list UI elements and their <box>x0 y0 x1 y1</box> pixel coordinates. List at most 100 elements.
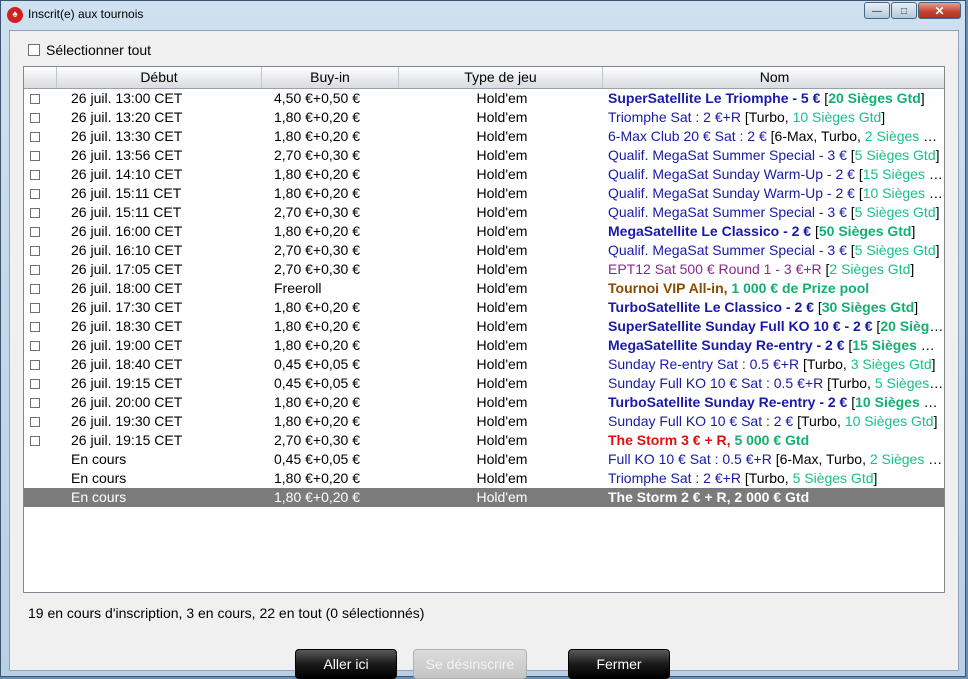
row-checkbox[interactable] <box>30 94 40 104</box>
minimize-button[interactable]: — <box>864 2 890 19</box>
close-window-button[interactable]: ✕ <box>918 2 961 19</box>
cell-buyin: 1,80 €+0,20 € <box>274 489 361 505</box>
cell-debut: 26 juil. 16:10 CET <box>71 242 183 258</box>
row-checkbox[interactable] <box>30 360 40 370</box>
table-header: Début Buy-in Type de jeu Nom <box>24 67 944 89</box>
cell-debut: 26 juil. 20:00 CET <box>71 394 183 410</box>
row-checkbox[interactable] <box>30 208 40 218</box>
cell-type: Hold'em <box>476 90 528 106</box>
table-row[interactable]: 26 juil. 16:00 CET 1,80 €+0,20 € Hold'em Me… <box>24 222 944 241</box>
header-checkbox-column[interactable] <box>24 67 57 88</box>
table-row[interactable]: 26 juil. 20:00 CET 1,80 €+0,20 € Hold'em Tu… <box>24 393 944 412</box>
nom-segment: ] <box>911 223 916 239</box>
row-checkbox[interactable] <box>30 227 40 237</box>
header-debut[interactable]: Début <box>57 67 262 88</box>
cell-buyin: 2,70 €+0,30 € <box>274 147 361 163</box>
table-row[interactable]: 26 juil. 15:11 CET 1,80 €+0,20 € Hold'em Qu… <box>24 184 944 203</box>
cell-debut: 26 juil. 15:11 CET <box>71 204 182 220</box>
cell-buyin: 1,80 €+0,20 € <box>274 337 361 353</box>
nom-segment: The Storm 2 € + R, 2 000 € Gtd <box>608 489 810 505</box>
row-checkbox[interactable] <box>30 113 40 123</box>
close-button[interactable]: Fermer <box>568 649 670 679</box>
row-checkbox[interactable] <box>30 398 40 408</box>
cell-buyin: 1,80 €+0,20 € <box>274 185 361 201</box>
row-checkbox[interactable] <box>30 379 40 389</box>
table-row[interactable]: 26 juil. 19:15 CET 0,45 €+0,05 € Hold'em Su… <box>24 374 944 393</box>
table-row[interactable]: 26 juil. 15:11 CET 2,70 €+0,30 € Hold'em Qu… <box>24 203 944 222</box>
table-row[interactable]: 26 juil. 13:30 CET 1,80 €+0,20 € Hold'em 6-… <box>24 127 944 146</box>
table-row[interactable]: 26 juil. 13:00 CET 4,50 €+0,50 € Hold'em Su… <box>24 89 944 108</box>
select-all-checkbox[interactable] <box>28 44 40 56</box>
cell-buyin: 1,80 €+0,20 € <box>274 394 361 410</box>
row-checkbox[interactable] <box>30 151 40 161</box>
row-checkbox[interactable] <box>30 265 40 275</box>
row-checkbox[interactable] <box>30 246 40 256</box>
cell-nom: Triomphe Sat : 2 €+R [Turbo, 10 Sièges G… <box>608 108 944 127</box>
unregister-button[interactable]: Se désinscrire <box>413 649 527 679</box>
cell-nom: MegaSatellite Le Classico - 2 € [50 Sièg… <box>608 222 944 241</box>
maximize-button[interactable]: □ <box>891 2 917 19</box>
table-row[interactable]: 26 juil. 17:05 CET 2,70 €+0,30 € Hold'em EP… <box>24 260 944 279</box>
select-all[interactable]: Sélectionner tout <box>28 42 151 58</box>
row-checkbox-cell <box>24 165 57 184</box>
cell-type: Hold'em <box>476 166 528 182</box>
pokerstars-spade-icon: ♠ <box>7 7 23 23</box>
nom-segment: ] <box>910 261 915 277</box>
table-row[interactable]: 26 juil. 16:10 CET 2,70 €+0,30 € Hold'em Qu… <box>24 241 944 260</box>
table-row[interactable]: 26 juil. 13:20 CET 1,80 €+0,20 € Hold'em Tr… <box>24 108 944 127</box>
tournament-table: Début Buy-in Type de jeu Nom 26 juil. 13… <box>23 66 945 593</box>
nom-segment: MegaSatellite Le Classico - 2 € <box>608 223 815 239</box>
nom-segment: ] <box>881 109 886 125</box>
header-buyin[interactable]: Buy-in <box>262 67 399 88</box>
row-checkbox[interactable] <box>30 341 40 351</box>
table-row[interactable]: 26 juil. 18:00 CET Freeroll Hold'em Tournoi… <box>24 279 944 298</box>
nom-segment: 10 Sièges Gtd <box>844 413 934 429</box>
nom-segment: [6-Max, Turbo, <box>770 128 865 144</box>
cell-nom: Full KO 10 € Sat : 0.5 €+R [6-Max, Turbo… <box>608 450 944 469</box>
table-row[interactable]: 26 juil. 18:30 CET 1,80 €+0,20 € Hold'em Su… <box>24 317 944 336</box>
cell-debut: En cours <box>71 489 127 505</box>
table-row[interactable]: En cours 1,80 €+0,20 € Hold'em Triomphe Sat… <box>24 469 944 488</box>
row-checkbox[interactable] <box>30 417 40 427</box>
table-row[interactable]: 26 juil. 19:15 CET 2,70 €+0,30 € Hold'em Th… <box>24 431 944 450</box>
row-checkbox-cell <box>24 393 57 412</box>
row-checkbox[interactable] <box>30 189 40 199</box>
table-row[interactable]: 26 juil. 17:30 CET 1,80 €+0,20 € Hold'em Tu… <box>24 298 944 317</box>
cell-nom: SuperSatellite Sunday Full KO 10 € - 2 €… <box>608 317 944 336</box>
row-checkbox-cell <box>24 355 57 374</box>
cell-debut: 26 juil. 13:20 CET <box>71 109 183 125</box>
nom-segment: 10 Sièges Gtd <box>792 109 882 125</box>
row-checkbox[interactable] <box>30 284 40 294</box>
window-controls: — □ ✕ <box>863 2 961 19</box>
nom-segment: 5 Sièges Gtd <box>854 204 936 220</box>
header-nom[interactable]: Nom <box>603 67 944 88</box>
row-checkbox[interactable] <box>30 303 40 313</box>
row-checkbox[interactable] <box>30 322 40 332</box>
cell-debut: 26 juil. 16:00 CET <box>71 223 183 239</box>
title-bar[interactable]: ♠ Inscrit(e) aux tournois — □ ✕ <box>1 1 965 29</box>
row-checkbox[interactable] <box>30 132 40 142</box>
table-row[interactable]: 26 juil. 14:10 CET 1,80 €+0,20 € Hold'em Qu… <box>24 165 944 184</box>
table-row[interactable]: 26 juil. 18:40 CET 0,45 €+0,05 € Hold'em Su… <box>24 355 944 374</box>
table-row[interactable]: 26 juil. 13:56 CET 2,70 €+0,30 € Hold'em Qu… <box>24 146 944 165</box>
nom-segment: SuperSatellite Sunday Full KO 10 € - 2 € <box>608 318 877 334</box>
table-row[interactable]: En cours 1,80 €+0,20 € Hold'em The Storm 2 … <box>24 488 944 507</box>
nom-segment: 20 Sièges Gtd <box>880 318 944 334</box>
cell-nom: Qualif. MegaSat Summer Special - 3 € [5 … <box>608 203 944 222</box>
row-checkbox[interactable] <box>30 170 40 180</box>
cell-buyin: 0,45 €+0,05 € <box>274 451 361 467</box>
cell-type: Hold'em <box>476 413 528 429</box>
header-type[interactable]: Type de jeu <box>399 67 603 88</box>
table-row[interactable]: 26 juil. 19:00 CET 1,80 €+0,20 € Hold'em Me… <box>24 336 944 355</box>
nom-segment: [6-Max, Turbo, <box>775 451 870 467</box>
cell-buyin: 1,80 €+0,20 € <box>274 413 361 429</box>
nom-segment: 5 Sièges Gtd <box>854 147 936 163</box>
goto-button[interactable]: Aller ici <box>295 649 397 679</box>
nom-segment: [Turbo, <box>744 109 793 125</box>
row-checkbox-cell <box>24 146 57 165</box>
table-row[interactable]: En cours 0,45 €+0,05 € Hold'em Full KO 10 €… <box>24 450 944 469</box>
cell-debut: En cours <box>71 451 127 467</box>
table-row[interactable]: 26 juil. 19:30 CET 1,80 €+0,20 € Hold'em Su… <box>24 412 944 431</box>
row-checkbox[interactable] <box>30 436 40 446</box>
row-checkbox-cell <box>24 279 57 298</box>
